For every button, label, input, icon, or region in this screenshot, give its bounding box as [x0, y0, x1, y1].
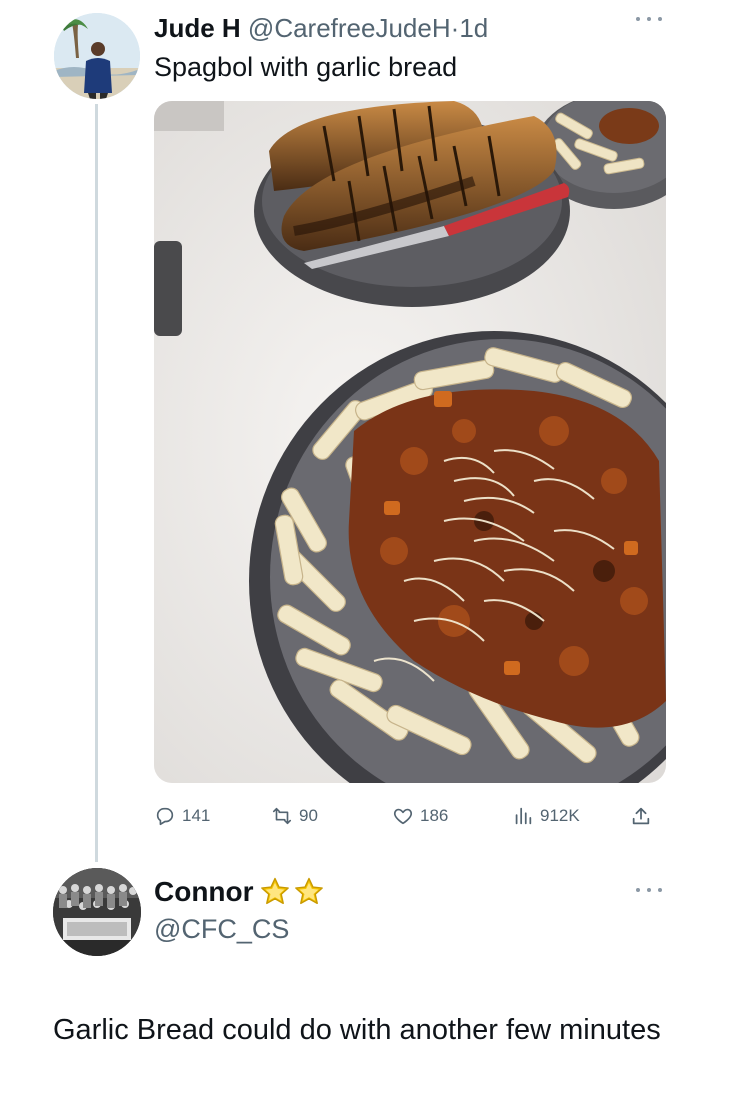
tweet-actions-bar: 141 90 186 912K — [154, 800, 666, 832]
reply-author-name[interactable]: Connor — [154, 875, 254, 909]
heart-icon — [393, 808, 413, 825]
profile-photo-icon — [53, 868, 141, 956]
views-count: 912K — [540, 806, 580, 825]
share-button[interactable] — [630, 800, 652, 832]
connor-avatar[interactable] — [53, 868, 141, 956]
jude-avatar[interactable] — [54, 13, 140, 99]
star-badges — [258, 875, 326, 909]
author-handle[interactable]: @CarefreeJudeH — [248, 13, 451, 43]
reply-author-handle[interactable]: @CFC_CS — [154, 912, 289, 946]
like-count: 186 — [420, 806, 449, 825]
reply-author-row: Connor — [154, 875, 326, 909]
retweet-button[interactable]: 90 — [271, 800, 318, 832]
tweet-header: Jude H @CarefreeJudeH·1d — [154, 12, 488, 44]
share-icon — [632, 807, 650, 825]
tweet-text: Spagbol with garlic bread — [154, 52, 458, 82]
thread-connector-line — [95, 104, 98, 862]
food-photo-icon — [154, 101, 666, 783]
author-name[interactable]: Jude H — [154, 13, 241, 43]
reply-count: 141 — [182, 806, 211, 825]
time-ago[interactable]: 1d — [459, 13, 488, 43]
reply-button[interactable]: 141 — [154, 800, 210, 832]
views-bar-chart-icon — [515, 807, 532, 825]
retweet-icon — [272, 807, 292, 825]
ellipsis-icon[interactable] — [636, 14, 662, 24]
food-photo[interactable] — [154, 101, 666, 783]
separator: · — [450, 13, 460, 43]
profile-photo-icon — [54, 13, 140, 99]
star-icon — [260, 877, 289, 905]
reply-text: Garlic Bread could do with another few m… — [53, 1014, 661, 1046]
reply-icon — [156, 807, 174, 826]
ellipsis-icon[interactable] — [636, 885, 662, 895]
views-button[interactable]: 912K — [512, 800, 580, 832]
like-button[interactable]: 186 — [392, 800, 448, 832]
star-icon — [294, 877, 323, 905]
retweet-count: 90 — [299, 806, 318, 825]
